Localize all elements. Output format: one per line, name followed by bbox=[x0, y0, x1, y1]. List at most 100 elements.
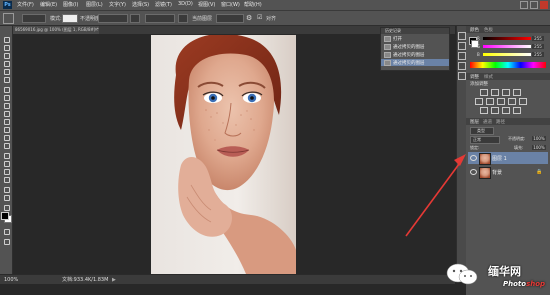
menu-select[interactable]: 选择(S) bbox=[132, 1, 149, 8]
close-icon[interactable]: × bbox=[94, 27, 98, 33]
layer-row-selected[interactable]: 图层 1 bbox=[468, 152, 548, 165]
mode-select[interactable] bbox=[62, 14, 78, 23]
menu-edit[interactable]: 编辑(E) bbox=[40, 1, 57, 8]
move-tool-icon[interactable] bbox=[2, 36, 10, 43]
crop-tool-icon[interactable] bbox=[2, 68, 10, 75]
green-value[interactable]: 255 bbox=[532, 44, 544, 49]
shape-tool-icon[interactable] bbox=[2, 176, 10, 183]
blue-slider[interactable] bbox=[483, 53, 531, 56]
brush-size-picker[interactable] bbox=[22, 14, 46, 23]
photo-filter-icon[interactable] bbox=[519, 98, 527, 105]
blur-tool-icon[interactable] bbox=[2, 134, 10, 141]
brightness-contrast-icon[interactable] bbox=[480, 89, 488, 96]
path-select-tool-icon[interactable] bbox=[2, 168, 10, 175]
checkbox-icon[interactable]: ☑ bbox=[257, 14, 262, 21]
menu-type[interactable]: 文字(Y) bbox=[109, 1, 126, 8]
screen-mode-icon[interactable] bbox=[2, 238, 10, 245]
opacity-input[interactable] bbox=[98, 14, 128, 23]
menu-help[interactable]: 帮助(H) bbox=[244, 1, 262, 8]
tab-paths[interactable]: 路径 bbox=[496, 119, 505, 125]
eraser-tool-icon[interactable] bbox=[2, 118, 10, 125]
pen-tool-icon[interactable] bbox=[2, 152, 10, 159]
portrait-photo bbox=[174, 35, 296, 274]
layer-opacity-value[interactable]: 100% bbox=[532, 136, 546, 141]
actions-panel-icon[interactable] bbox=[458, 42, 466, 50]
quick-mask-icon[interactable] bbox=[2, 228, 10, 235]
threshold-icon[interactable] bbox=[502, 107, 510, 114]
levels-icon[interactable] bbox=[491, 89, 499, 96]
status-menu-arrow-icon[interactable]: ▶ bbox=[112, 277, 116, 283]
red-value[interactable]: 255 bbox=[532, 36, 544, 41]
eyedropper-tool-icon[interactable] bbox=[2, 76, 10, 83]
pressure-toggle[interactable] bbox=[178, 14, 188, 23]
history-item[interactable]: 通过拷贝的图层 bbox=[381, 43, 449, 50]
tab-color[interactable]: 颜色 bbox=[470, 27, 479, 33]
history-brush-tool-icon[interactable] bbox=[2, 110, 10, 117]
gradient-map-icon[interactable] bbox=[513, 107, 521, 114]
green-slider[interactable] bbox=[483, 45, 531, 48]
menu-layer[interactable]: 图层(L) bbox=[86, 1, 103, 8]
gear-icon[interactable]: ⚙ bbox=[246, 14, 252, 22]
menu-window[interactable]: 窗口(W) bbox=[221, 1, 240, 8]
invert-icon[interactable] bbox=[480, 107, 488, 114]
tool-preset-icon[interactable] bbox=[3, 13, 14, 24]
gradient-tool-icon[interactable] bbox=[2, 126, 10, 133]
menu-image[interactable]: 图像(I) bbox=[63, 1, 78, 8]
history-item[interactable]: 通过拷贝的图层 bbox=[381, 51, 449, 58]
airbrush-toggle[interactable] bbox=[130, 14, 140, 23]
hue-saturation-icon[interactable] bbox=[486, 98, 494, 105]
tab-adjustments[interactable]: 调整 bbox=[470, 74, 479, 80]
minimize-button[interactable] bbox=[520, 1, 528, 9]
clone-stamp-tool-icon[interactable] bbox=[2, 102, 10, 109]
maximize-button[interactable] bbox=[530, 1, 538, 9]
blend-mode-select[interactable]: 正常 bbox=[470, 136, 500, 144]
dodge-tool-icon[interactable] bbox=[2, 142, 10, 149]
tab-channels[interactable]: 通道 bbox=[483, 119, 492, 125]
close-button[interactable] bbox=[540, 1, 548, 9]
menu-filter[interactable]: 滤镜(T) bbox=[155, 1, 172, 8]
clone-source-panel-icon[interactable] bbox=[458, 72, 466, 80]
layer-filter-select[interactable]: 类型 bbox=[470, 127, 494, 135]
tab-swatches[interactable]: 色板 bbox=[484, 27, 493, 33]
tab-styles[interactable]: 样式 bbox=[484, 74, 493, 80]
info-panel-icon[interactable] bbox=[458, 52, 466, 60]
brush-panel-icon[interactable] bbox=[458, 62, 466, 70]
flow-input[interactable] bbox=[145, 14, 175, 23]
menu-file[interactable]: 文件(F) bbox=[17, 1, 34, 8]
document-tab[interactable]: 86569016.jpg @ 100% (图层 1, RGB/8#) * × bbox=[1, 26, 99, 34]
marquee-tool-icon[interactable] bbox=[2, 44, 10, 51]
vibrance-icon[interactable] bbox=[475, 98, 483, 105]
sample-select[interactable] bbox=[216, 14, 244, 23]
more-tools-icon[interactable] bbox=[2, 204, 10, 211]
layer-row[interactable]: 背景 🔒 bbox=[468, 166, 548, 179]
posterize-icon[interactable] bbox=[491, 107, 499, 114]
quick-select-tool-icon[interactable] bbox=[2, 60, 10, 67]
type-tool-icon[interactable] bbox=[2, 160, 10, 167]
hand-tool-icon[interactable] bbox=[2, 186, 10, 193]
history-item[interactable]: 打开 bbox=[381, 35, 449, 42]
curves-icon[interactable] bbox=[502, 89, 510, 96]
foreground-color-swatch[interactable] bbox=[1, 212, 9, 220]
history-panel-icon[interactable] bbox=[458, 32, 466, 40]
zoom-tool-icon[interactable] bbox=[2, 194, 10, 201]
menu-3d[interactable]: 3D(D) bbox=[178, 1, 193, 7]
lasso-tool-icon[interactable] bbox=[2, 52, 10, 59]
tab-layers[interactable]: 图层 bbox=[470, 119, 479, 125]
history-item-selected[interactable]: 通过拷贝的图层 bbox=[381, 59, 449, 66]
right-panel-dock: 颜色 色板 R 255 G 255 B 255 调整 样式 添加调整 图层 通道… bbox=[466, 26, 550, 295]
canvas-image[interactable] bbox=[151, 35, 296, 274]
blue-value[interactable]: 255 bbox=[532, 52, 544, 57]
watermark-subtitle: Photoshop bbox=[503, 280, 545, 288]
brush-tool-icon[interactable] bbox=[2, 94, 10, 101]
black-white-icon[interactable] bbox=[508, 98, 516, 105]
history-panel-title[interactable]: 历史记录 bbox=[385, 28, 401, 34]
menu-view[interactable]: 视图(V) bbox=[198, 1, 215, 8]
color-balance-icon[interactable] bbox=[497, 98, 505, 105]
red-slider[interactable] bbox=[483, 37, 531, 40]
wechat-logo bbox=[446, 263, 478, 285]
exposure-icon[interactable] bbox=[513, 89, 521, 96]
fill-value[interactable]: 100% bbox=[532, 145, 546, 150]
status-zoom[interactable]: 100% bbox=[4, 277, 18, 283]
healing-brush-tool-icon[interactable] bbox=[2, 86, 10, 93]
color-spectrum[interactable] bbox=[470, 62, 546, 68]
